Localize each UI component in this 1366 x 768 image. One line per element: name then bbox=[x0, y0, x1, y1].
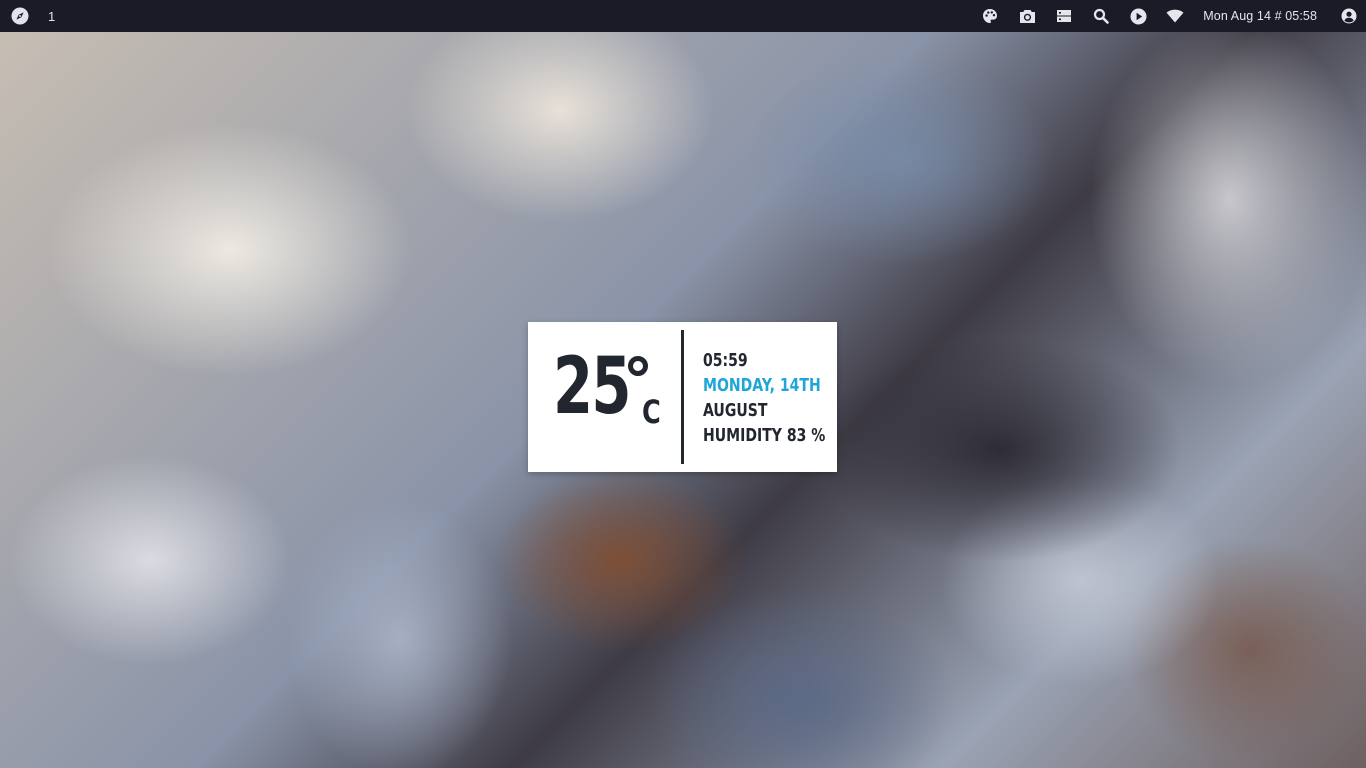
user-account-icon[interactable] bbox=[1340, 7, 1358, 25]
camera-icon[interactable] bbox=[1018, 7, 1036, 25]
compass-icon[interactable] bbox=[11, 7, 29, 25]
widget-date: MONDAY, 14TH bbox=[703, 375, 821, 396]
degree-symbol bbox=[628, 356, 648, 376]
storage-icon[interactable] bbox=[1055, 7, 1073, 25]
top-panel: 1 Mon Aug 14 # 05:58 bbox=[0, 0, 1366, 32]
widget-divider bbox=[681, 330, 684, 464]
play-icon[interactable] bbox=[1129, 7, 1147, 25]
panel-right: Mon Aug 14 # 05:58 bbox=[981, 7, 1358, 25]
temperature-value: 25 bbox=[553, 342, 631, 432]
desktop-wallpaper: 1 Mon Aug 14 # 05:58 25 C 05:59 MONDAY, … bbox=[0, 0, 1366, 768]
weather-clock-widget: 25 C 05:59 MONDAY, 14TH AUGUST HUMIDITY … bbox=[528, 322, 837, 472]
search-icon[interactable] bbox=[1092, 7, 1110, 25]
widget-time: 05:59 bbox=[703, 350, 748, 371]
workspace-indicator[interactable]: 1 bbox=[48, 9, 55, 24]
panel-clock[interactable]: Mon Aug 14 # 05:58 bbox=[1203, 9, 1317, 23]
panel-left: 1 bbox=[11, 7, 55, 25]
wifi-icon[interactable] bbox=[1166, 7, 1184, 25]
widget-month: AUGUST bbox=[703, 400, 768, 421]
widget-humidity: HUMIDITY 83 % bbox=[703, 425, 826, 446]
palette-icon[interactable] bbox=[981, 7, 999, 25]
temperature-unit: C bbox=[642, 393, 661, 431]
